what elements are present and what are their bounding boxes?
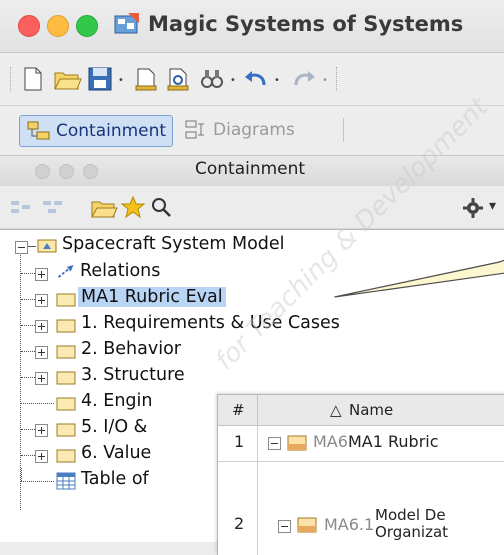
panel-title: Containment bbox=[195, 159, 305, 179]
table-row[interactable]: 1 MA6 MA1 Rubric bbox=[218, 425, 504, 462]
gear-dropdown-icon[interactable]: ▾ bbox=[489, 198, 496, 214]
panel-close-button[interactable] bbox=[35, 164, 50, 179]
diagrams-icon bbox=[184, 120, 208, 140]
tree-item-label: 6. Value bbox=[81, 443, 151, 463]
column-header-name[interactable]: Name bbox=[349, 395, 393, 425]
tree-item-value[interactable]: 6. Value bbox=[0, 442, 220, 468]
row-name-line1: Model De bbox=[375, 506, 446, 524]
row-number: 2 bbox=[234, 514, 244, 533]
table-header: # △ Name bbox=[218, 395, 504, 426]
tree-item-engineering[interactable]: 4. Engin bbox=[0, 390, 220, 416]
expand-toggle-icon[interactable] bbox=[35, 450, 48, 463]
containment-panel-header: Containment bbox=[0, 155, 504, 187]
open-folder-icon[interactable] bbox=[52, 65, 82, 93]
column-header-number[interactable]: # bbox=[232, 395, 245, 425]
row-name-line2: Organizat bbox=[375, 523, 448, 541]
tree-item-label: 3. Structure bbox=[81, 365, 185, 385]
panel-toolbar: ▾ bbox=[0, 186, 504, 229]
collapse-toggle-icon[interactable] bbox=[15, 241, 28, 254]
undo-dropdown-icon[interactable]: • bbox=[274, 75, 280, 86]
tab-diagrams-label: Diagrams bbox=[213, 120, 295, 140]
redo-dropdown-icon[interactable]: • bbox=[322, 75, 328, 86]
find-icon[interactable] bbox=[198, 65, 226, 93]
sort-ascending-icon: △ bbox=[330, 395, 342, 425]
star-icon[interactable] bbox=[120, 195, 146, 219]
tab-diagrams[interactable]: Diagrams bbox=[178, 115, 338, 145]
relations-icon bbox=[56, 264, 76, 279]
collapse-toggle-icon[interactable] bbox=[278, 520, 291, 533]
tree-item-label: 4. Engin bbox=[81, 391, 152, 411]
zoom-window-button[interactable] bbox=[76, 15, 98, 37]
folder-icon bbox=[56, 448, 76, 463]
block-icon bbox=[297, 517, 317, 533]
folder-icon bbox=[56, 422, 76, 437]
expand-toggle-icon[interactable] bbox=[35, 294, 48, 307]
tree-item-requirements[interactable]: 1. Requirements & Use Cases bbox=[0, 312, 504, 338]
folder-icon bbox=[56, 370, 76, 385]
main-toolbar: • • • • bbox=[0, 53, 504, 106]
model-package-icon bbox=[37, 238, 57, 253]
tree-root-label: Spacecraft System Model bbox=[62, 234, 285, 254]
search-icon[interactable] bbox=[150, 196, 172, 218]
tab-containment[interactable]: Containment bbox=[19, 115, 173, 147]
block-icon bbox=[287, 435, 307, 451]
tree-item-label: 2. Behavior bbox=[81, 339, 181, 359]
tree-item-label: 5. I/O & bbox=[81, 417, 147, 437]
folder-icon bbox=[56, 344, 76, 359]
close-window-button[interactable] bbox=[18, 15, 40, 37]
tree-item-label: 1. Requirements & Use Cases bbox=[81, 313, 340, 333]
find-dropdown-icon[interactable]: • bbox=[230, 75, 236, 86]
new-file-icon[interactable] bbox=[20, 65, 46, 93]
expand-toggle-icon[interactable] bbox=[35, 372, 48, 385]
tab-containment-label: Containment bbox=[56, 121, 166, 141]
row-name: MA1 Rubric bbox=[348, 432, 439, 451]
folder-icon bbox=[56, 318, 76, 333]
app-icon bbox=[114, 13, 140, 35]
document-icon[interactable] bbox=[132, 65, 160, 93]
tree-item-structure[interactable]: 3. Structure bbox=[0, 364, 504, 390]
containment-tree-icon bbox=[27, 121, 51, 141]
folder-icon bbox=[56, 292, 76, 307]
minimize-window-button[interactable] bbox=[47, 15, 69, 37]
expand-all-icon[interactable] bbox=[10, 198, 34, 218]
row-id: MA6 bbox=[313, 432, 348, 451]
tree-item-behavior[interactable]: 2. Behavior bbox=[0, 338, 504, 364]
save-icon[interactable] bbox=[86, 65, 114, 93]
print-preview-icon[interactable] bbox=[164, 65, 192, 93]
row-number: 1 bbox=[234, 432, 244, 451]
window-titlebar: Magic Systems of Systems bbox=[0, 0, 504, 53]
table-row[interactable]: 2 MA6.1 Model De Organizat bbox=[218, 462, 504, 555]
tree-item-io[interactable]: 5. I/O & bbox=[0, 416, 220, 442]
collapse-all-icon[interactable] bbox=[42, 198, 66, 218]
panel-zoom-button[interactable] bbox=[83, 164, 98, 179]
redo-icon[interactable] bbox=[290, 65, 318, 93]
folder-icon bbox=[56, 396, 76, 411]
overlay-table: # △ Name 1 MA6 MA1 Rubric 2 MA6.1 Model … bbox=[217, 394, 504, 555]
row-id: MA6.1 bbox=[324, 515, 374, 534]
callout-pointer bbox=[255, 232, 504, 302]
open-folder-icon[interactable] bbox=[90, 196, 118, 220]
panel-minimize-button[interactable] bbox=[59, 164, 74, 179]
undo-icon[interactable] bbox=[242, 65, 270, 93]
browser-tab-row: Containment Diagrams bbox=[0, 106, 504, 153]
expand-toggle-icon[interactable] bbox=[35, 346, 48, 359]
tab-divider bbox=[343, 118, 344, 142]
collapse-toggle-icon[interactable] bbox=[268, 437, 281, 450]
expand-toggle-icon[interactable] bbox=[35, 424, 48, 437]
tree-item-table[interactable]: Table of bbox=[0, 468, 220, 494]
tree-item-label: Relations bbox=[80, 261, 160, 281]
tree-item-label: MA1 Rubric Eval bbox=[78, 287, 226, 307]
expand-toggle-icon[interactable] bbox=[35, 268, 48, 281]
tree-item-label: Table of bbox=[81, 469, 149, 489]
window-title: Magic Systems of Systems bbox=[148, 12, 463, 36]
table-icon bbox=[56, 472, 76, 490]
gear-icon[interactable] bbox=[462, 197, 484, 219]
expand-toggle-icon[interactable] bbox=[35, 320, 48, 333]
save-dropdown-icon[interactable]: • bbox=[118, 75, 124, 86]
